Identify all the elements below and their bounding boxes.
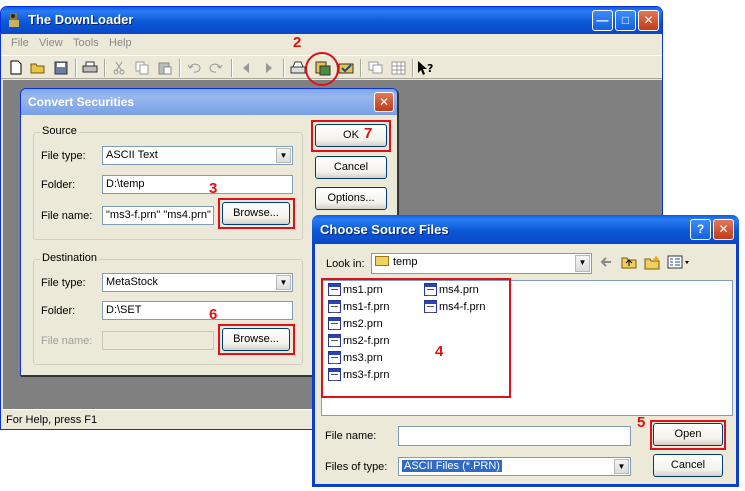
help-icon: ?: [696, 222, 705, 236]
copy-icon[interactable]: [133, 59, 151, 76]
cut-icon[interactable]: [110, 59, 128, 76]
look-in-value: temp: [393, 256, 418, 268]
choose-source-files-dialog: Choose Source Files ? ✕ Look in: temp ▼ …: [312, 215, 739, 487]
menu-bar: File View Tools Help: [1, 34, 662, 54]
step-2-number: 2: [293, 34, 302, 51]
new-folder-icon[interactable]: [644, 254, 661, 273]
source-folder-label: Folder:: [41, 179, 76, 191]
source-file-type-label: File type:: [41, 150, 86, 162]
choose-dialog-titlebar[interactable]: Choose Source Files ? ✕: [312, 215, 739, 244]
step-3-highlight: [218, 198, 295, 229]
source-file-type-value: ASCII Text: [106, 149, 158, 161]
forward-arrow-icon[interactable]: [260, 59, 278, 76]
file-name-label: File name:: [325, 430, 377, 442]
help-button[interactable]: ?: [690, 219, 711, 240]
files-of-type-value: ASCII Files (*.PRN): [402, 460, 502, 472]
convert-dialog-titlebar[interactable]: Convert Securities ✕: [21, 89, 397, 115]
dest-folder-label: Folder:: [41, 305, 76, 317]
paste-icon[interactable]: [156, 59, 174, 76]
source-file-name-value: "ms3-f.prn" "ms4.prn": [106, 209, 211, 221]
up-folder-icon[interactable]: [621, 254, 638, 273]
grid-icon[interactable]: [389, 59, 407, 76]
source-file-type-select[interactable]: ASCII Text ▼: [102, 146, 293, 165]
close-button[interactable]: ✕: [638, 10, 659, 31]
cancel-button[interactable]: Cancel: [315, 156, 387, 179]
step-5-number: 5: [637, 414, 646, 431]
file-name-field[interactable]: [398, 426, 631, 446]
check-icon[interactable]: [337, 59, 355, 76]
dest-folder-field[interactable]: D:\SET: [102, 301, 293, 320]
step-7-highlight: [311, 120, 391, 152]
open-folder-icon[interactable]: [29, 59, 47, 76]
destination-legend: Destination: [40, 252, 100, 264]
dest-file-name-field: [102, 331, 214, 350]
files-of-type-select[interactable]: ASCII Files (*.PRN) ▼: [398, 457, 631, 476]
minimize-icon: —: [596, 13, 609, 27]
print-icon[interactable]: [81, 59, 99, 76]
close-icon: ✕: [718, 222, 729, 236]
step-7-number: 7: [364, 125, 373, 142]
minimize-button[interactable]: —: [592, 10, 613, 31]
main-titlebar[interactable]: The DownLoader — □ ✕: [1, 7, 662, 34]
menu-tools[interactable]: Tools: [73, 37, 99, 49]
downloader-app-icon: [7, 12, 23, 28]
undo-icon[interactable]: [185, 59, 203, 76]
chevron-down-icon[interactable]: ▼: [575, 255, 590, 272]
window-icon[interactable]: [366, 59, 384, 76]
dest-folder-value: D:\SET: [106, 304, 142, 316]
convert-dialog-title: Convert Securities: [28, 95, 135, 109]
maximize-icon: □: [621, 13, 630, 27]
step-6-number: 6: [209, 306, 218, 323]
context-help-icon[interactable]: ?: [417, 59, 435, 76]
menu-help[interactable]: Help: [109, 37, 132, 49]
dest-file-type-value: MetaStock: [106, 276, 158, 288]
step-4-number: 4: [435, 343, 444, 360]
main-window-title: The DownLoader: [28, 12, 134, 27]
save-icon[interactable]: [52, 59, 70, 76]
choose-dialog-title: Choose Source Files: [320, 222, 449, 237]
source-file-name-field[interactable]: "ms3-f.prn" "ms4.prn": [102, 206, 214, 225]
maximize-button[interactable]: □: [615, 10, 636, 31]
source-folder-field[interactable]: D:\temp: [102, 175, 293, 194]
source-legend: Source: [40, 125, 79, 137]
close-icon: ✕: [378, 95, 390, 109]
source-file-name-label: File name:: [41, 210, 93, 222]
convert-close-button[interactable]: ✕: [374, 92, 394, 112]
new-file-icon[interactable]: [7, 59, 25, 76]
dest-file-type-select[interactable]: MetaStock ▼: [102, 273, 293, 292]
source-folder-value: D:\temp: [106, 178, 145, 190]
menu-file[interactable]: File: [11, 37, 29, 49]
look-in-select[interactable]: temp ▼: [371, 253, 592, 274]
redo-icon[interactable]: [207, 59, 225, 76]
step-4-highlight: [321, 278, 511, 398]
step-2-highlight-circle: [305, 52, 339, 86]
back-arrow-icon[interactable]: [237, 59, 255, 76]
view-menu-icon[interactable]: [667, 255, 691, 272]
svg-text:?: ?: [427, 62, 433, 75]
options-button[interactable]: Options...: [315, 187, 387, 210]
dest-file-type-label: File type:: [41, 277, 86, 289]
close-icon: ✕: [643, 13, 654, 27]
chevron-down-icon[interactable]: ▼: [614, 459, 629, 474]
status-text: For Help, press F1: [6, 414, 98, 426]
cancel-button[interactable]: Cancel: [653, 454, 723, 477]
back-arrow-icon[interactable]: [599, 254, 615, 273]
folder-icon: [375, 256, 389, 266]
choose-close-button[interactable]: ✕: [713, 219, 734, 240]
chevron-down-icon[interactable]: ▼: [276, 275, 291, 290]
step-3-number: 3: [209, 180, 218, 197]
look-in-label: Look in:: [326, 258, 365, 270]
step-6-highlight: [218, 324, 295, 355]
files-of-type-label: Files of type:: [325, 461, 388, 473]
dest-file-name-label: File name:: [41, 335, 93, 347]
step-5-highlight: [650, 420, 726, 450]
menu-view[interactable]: View: [39, 37, 63, 49]
chevron-down-icon[interactable]: ▼: [276, 148, 291, 163]
